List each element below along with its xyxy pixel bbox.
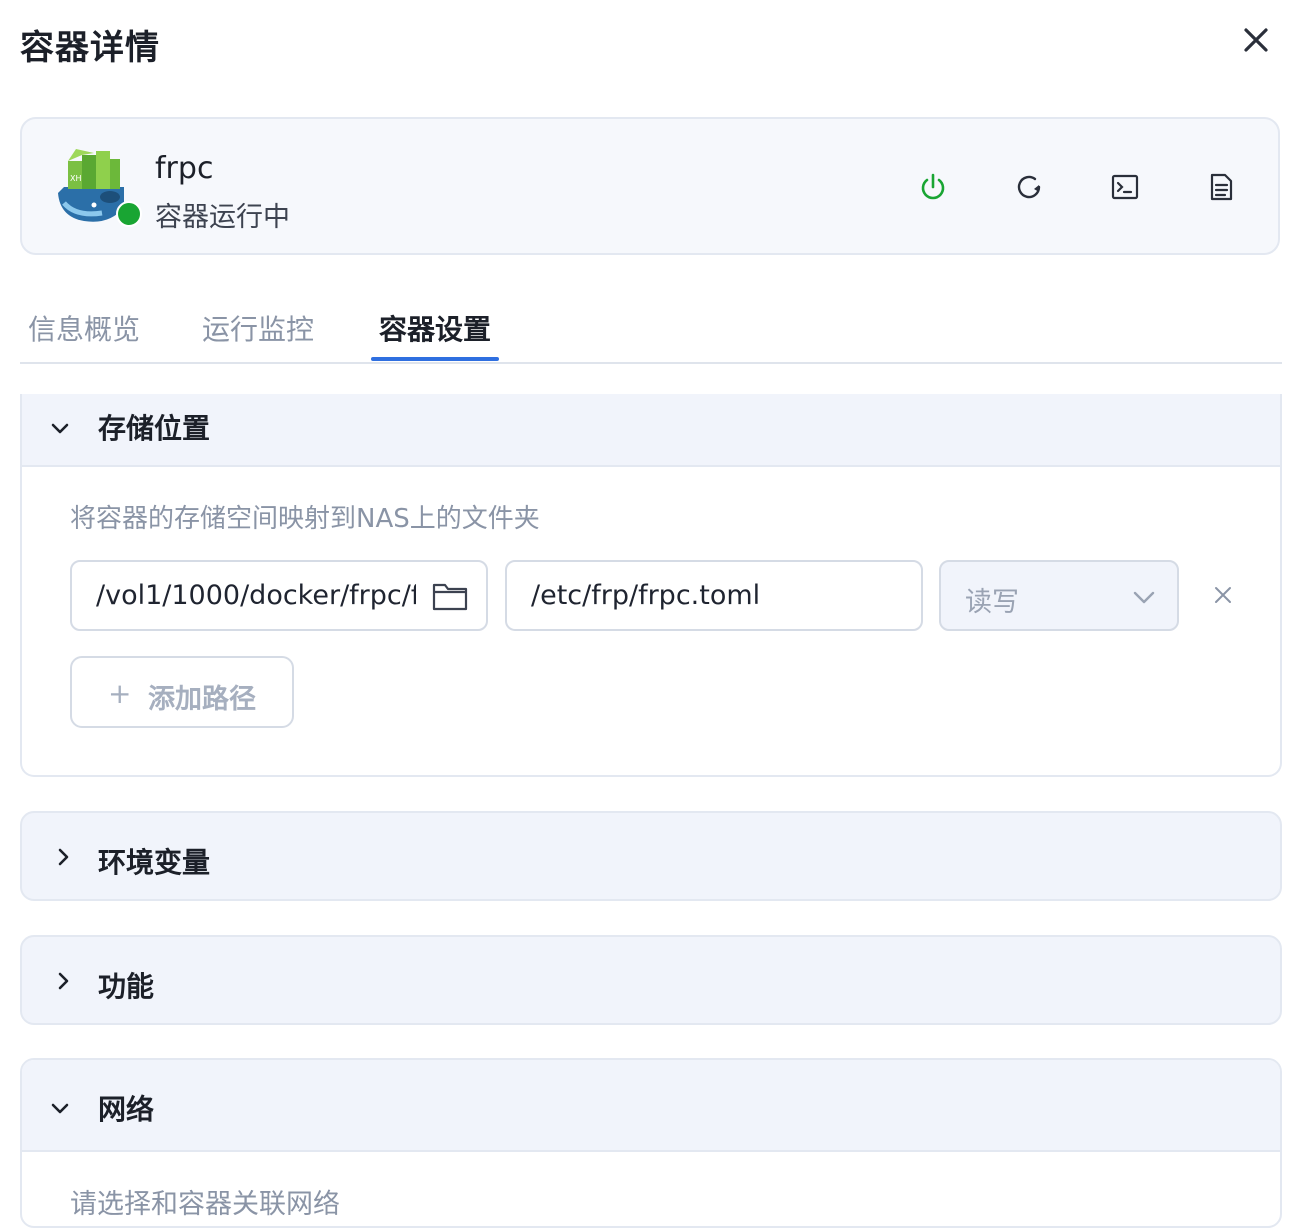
network-section: 网络 请选择和容器关联网络 [20, 1058, 1282, 1228]
add-path-label: 添加路径 [148, 684, 256, 715]
mode-select[interactable]: 读写 [939, 560, 1179, 631]
container-summary-card: XH frpc 容器运行中 [20, 117, 1280, 255]
restart-icon [1017, 175, 1041, 199]
close-icon [1244, 28, 1268, 52]
network-section-title: 网络 [98, 1093, 155, 1126]
terminal-icon [1111, 174, 1139, 200]
tab-overview[interactable]: 信息概览 [28, 308, 140, 348]
power-button[interactable] [917, 171, 949, 203]
tab-settings[interactable]: 容器设置 [379, 308, 491, 348]
chevron-down-icon [51, 423, 69, 434]
network-description: 请选择和容器关联网络 [70, 1189, 340, 1220]
storage-description: 将容器的存储空间映射到NAS上的文件夹 [70, 504, 540, 534]
svg-text:XH: XH [70, 174, 82, 183]
terminal-button[interactable] [1109, 171, 1141, 203]
container-path-value: /etc/frp/frpc.toml [531, 580, 761, 611]
network-section-header[interactable]: 网络 [22, 1060, 1280, 1152]
restart-button[interactable] [1013, 171, 1045, 203]
env-section[interactable]: 环境变量 [20, 811, 1282, 901]
chevron-down-icon [1133, 591, 1155, 604]
log-button[interactable] [1205, 171, 1237, 203]
chevron-right-icon [58, 972, 69, 990]
features-section-title: 功能 [98, 970, 155, 1003]
chevron-right-icon [58, 848, 69, 866]
plus-icon: + [108, 677, 132, 710]
container-path-input[interactable]: /etc/frp/frpc.toml [505, 560, 923, 631]
log-icon [1210, 173, 1233, 201]
storage-section-title: 存储位置 [98, 412, 211, 445]
storage-section-header[interactable]: 存储位置 [22, 394, 1280, 467]
host-path-value: /vol1/1000/docker/frpc/fr [96, 580, 416, 611]
power-icon [921, 173, 945, 200]
dialog-title: 容器详情 [20, 28, 160, 68]
container-name: frpc [155, 151, 214, 186]
active-tab-indicator [371, 357, 499, 361]
remove-path-icon[interactable] [1212, 584, 1234, 606]
add-path-button[interactable]: + 添加路径 [70, 656, 294, 728]
close-button[interactable] [1238, 22, 1274, 58]
folder-icon[interactable] [432, 580, 468, 612]
tab-bar: 信息概览 运行监控 容器设置 [20, 300, 1282, 364]
chevron-down-icon [51, 1103, 69, 1114]
container-status: 容器运行中 [155, 202, 290, 233]
mode-select-value: 读写 [965, 587, 1019, 618]
host-path-input[interactable]: /vol1/1000/docker/frpc/fr [70, 560, 488, 631]
storage-section: 存储位置 将容器的存储空间映射到NAS上的文件夹 /vol1/1000/dock… [20, 394, 1282, 777]
running-status-dot [116, 201, 142, 227]
features-section[interactable]: 功能 [20, 935, 1282, 1025]
env-section-title: 环境变量 [98, 846, 211, 879]
tab-monitor[interactable]: 运行监控 [202, 308, 314, 348]
